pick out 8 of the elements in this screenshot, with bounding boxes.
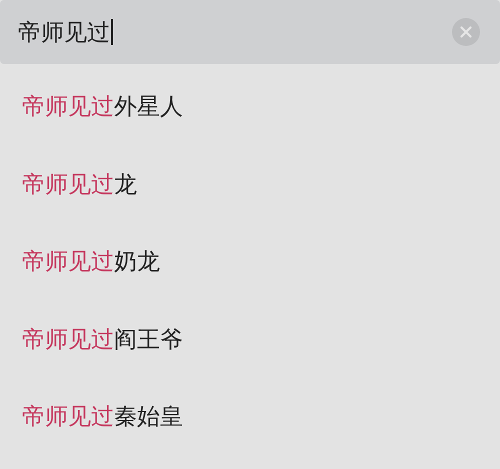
suggestion-item[interactable]: 帝师见过龙	[0, 168, 500, 246]
suggestion-item[interactable]: 帝师见过阎王爷	[0, 324, 500, 401]
search-field[interactable]: 帝师见过	[0, 0, 500, 64]
suggestion-item[interactable]: 帝师见过外星人	[0, 91, 500, 168]
clear-icon[interactable]	[452, 18, 480, 46]
search-text: 帝师见过	[18, 18, 110, 48]
suggestion-item[interactable]: 帝师见过秦始皇	[0, 401, 500, 469]
suggestion-item[interactable]: 帝师见过奶龙	[0, 246, 500, 324]
